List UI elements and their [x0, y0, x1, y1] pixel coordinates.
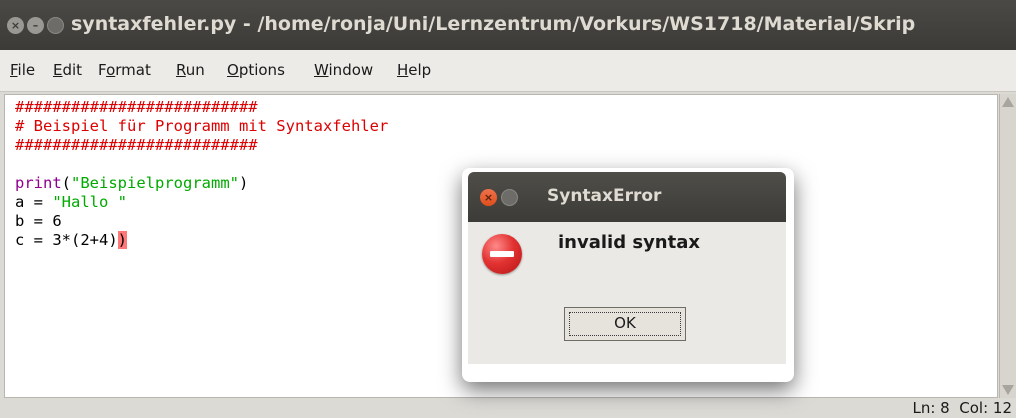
- ok-button[interactable]: OK: [564, 307, 686, 341]
- ok-label: OK: [614, 314, 636, 332]
- menu-window[interactable]: Window: [314, 61, 373, 79]
- status-bar: Ln: 8 Col: 12: [0, 398, 1016, 418]
- menu-options[interactable]: Options: [227, 61, 285, 79]
- dialog-close-button[interactable]: ×: [480, 189, 497, 206]
- close-icon: ×: [483, 191, 494, 204]
- scroll-down-icon[interactable]: [1002, 385, 1014, 395]
- syntax-error-highlight: ): [117, 231, 127, 249]
- menu-format[interactable]: Format: [98, 61, 151, 79]
- window-titlebar[interactable]: × – syntaxfehler.py - /home/ronja/Uni/Le…: [0, 0, 1016, 50]
- menubar: File Edit Format Run Options Window Help: [0, 50, 1016, 92]
- window-maximize-button[interactable]: [47, 17, 64, 34]
- menu-run[interactable]: Run: [176, 61, 205, 79]
- window-minimize-button[interactable]: –: [27, 17, 44, 34]
- code-line-8: c = 3*(2+4)): [15, 231, 127, 249]
- error-icon: [482, 234, 522, 274]
- scroll-up-icon[interactable]: [1002, 97, 1014, 107]
- close-icon: ×: [10, 19, 21, 32]
- code-line-7: b = 6: [15, 212, 62, 230]
- code-text: ########################## # Beispiel fü…: [15, 98, 388, 250]
- dialog-title: SyntaxError: [547, 186, 662, 206]
- syntax-error-dialog: × SyntaxError invalid syntax OK: [468, 172, 786, 364]
- window-title: syntaxfehler.py - /home/ronja/Uni/Lernze…: [71, 13, 916, 35]
- code-line-1: ##########################: [15, 98, 258, 116]
- dialog-titlebar[interactable]: × SyntaxError: [468, 172, 786, 222]
- code-line-3: ##########################: [15, 136, 258, 154]
- dialog-maximize-button[interactable]: [501, 189, 518, 206]
- dialog-message: invalid syntax: [558, 232, 700, 253]
- menu-help[interactable]: Help: [397, 61, 431, 79]
- code-line-2: # Beispiel für Programm mit Syntaxfehler: [15, 117, 389, 135]
- editor-scrollbar[interactable]: [999, 94, 1016, 398]
- cursor-position: Ln: 8 Col: 12: [912, 399, 1013, 417]
- menu-edit[interactable]: Edit: [53, 61, 82, 79]
- code-line-6: a = "Hallo ": [15, 193, 127, 211]
- minimize-icon: –: [32, 19, 39, 32]
- window-close-button[interactable]: ×: [7, 17, 24, 34]
- menu-file[interactable]: File: [10, 61, 35, 79]
- code-line-5: print("Beispielprogramm"): [15, 174, 249, 192]
